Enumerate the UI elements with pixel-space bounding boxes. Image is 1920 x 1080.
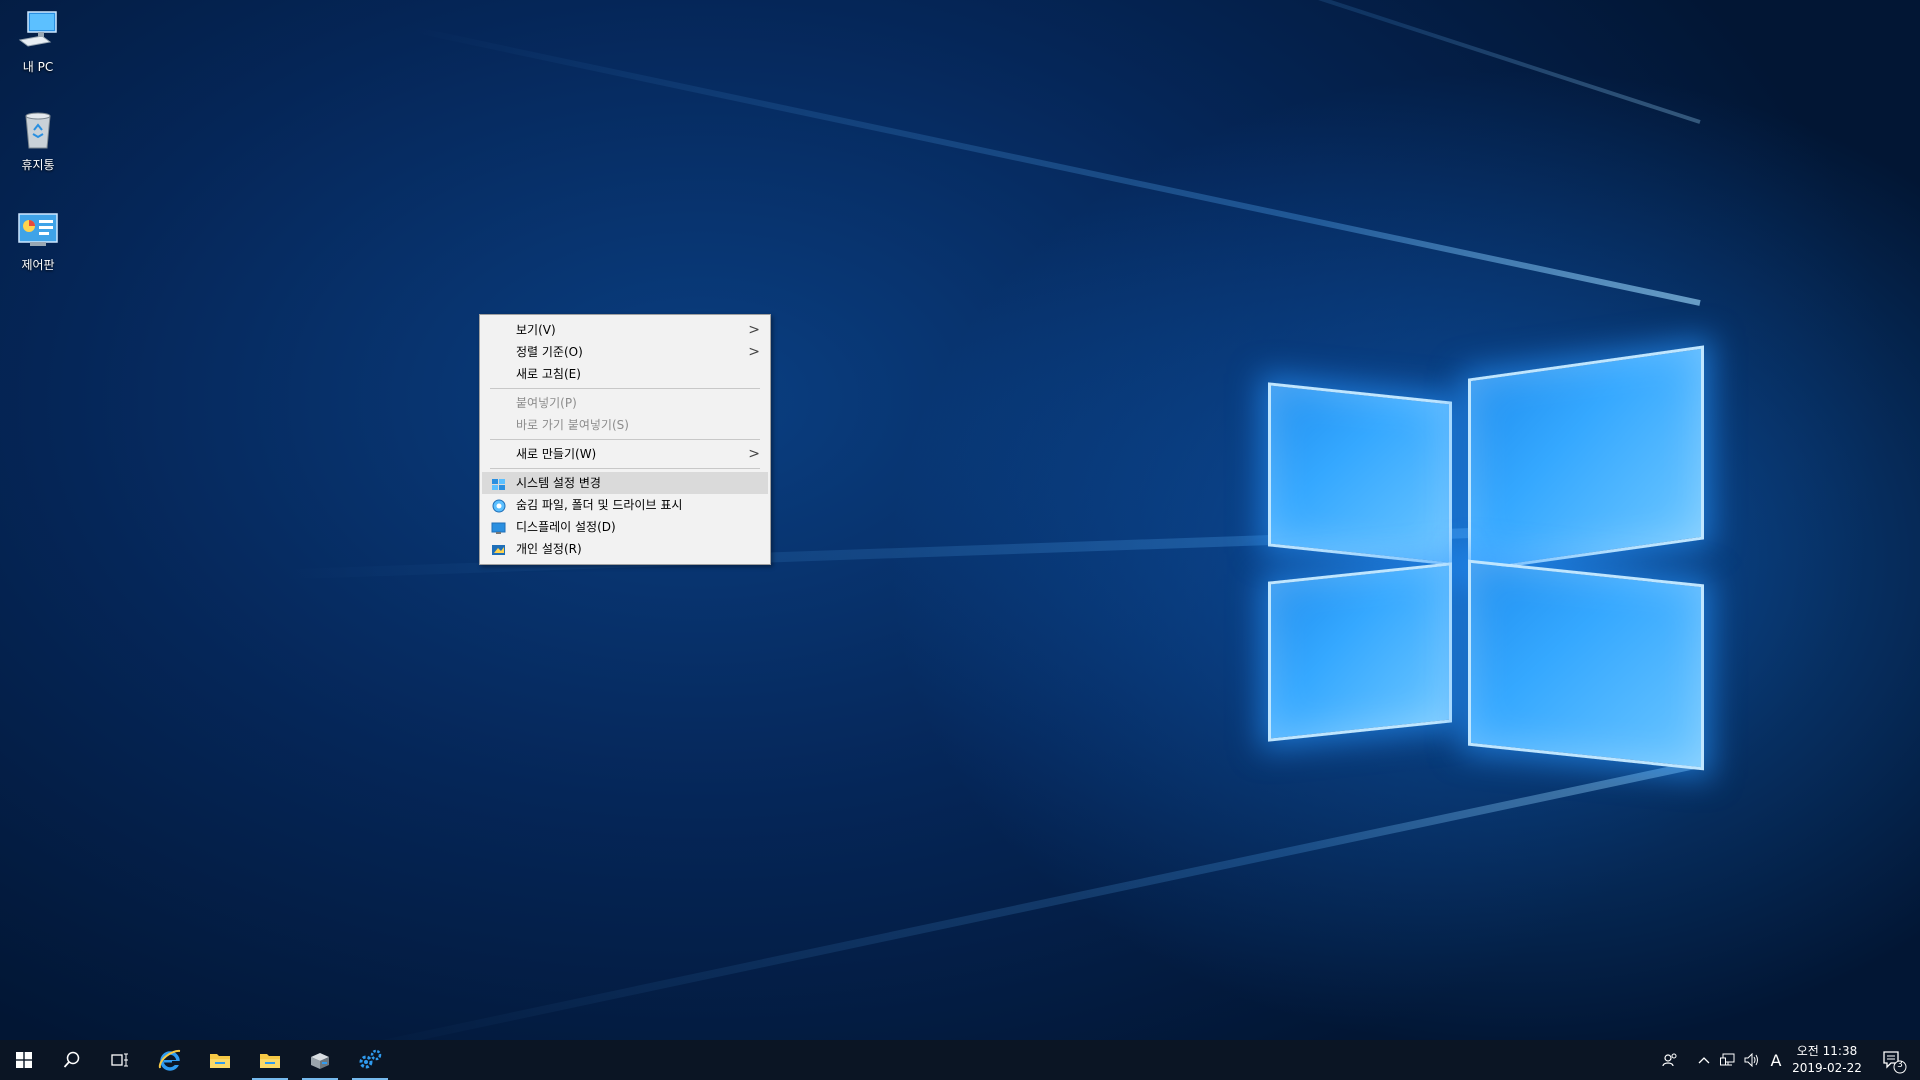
file-explorer-button[interactable] <box>196 1040 244 1080</box>
network-icon <box>1720 1053 1735 1066</box>
menu-item-show-hidden-files[interactable]: 숨김 파일, 폴더 및 드라이브 표시 <box>482 494 768 516</box>
menu-item-label: 시스템 설정 변경 <box>516 476 601 490</box>
action-center-button[interactable]: 3 <box>1872 1040 1912 1080</box>
recycle-bin-icon <box>16 108 60 152</box>
display-icon <box>491 520 506 534</box>
people-icon <box>1662 1053 1677 1067</box>
show-hidden-icons-button[interactable] <box>1692 1040 1716 1080</box>
notification-icon <box>1883 1051 1907 1074</box>
taskbar: A 오전 11:38 2019-02-22 3 <box>0 1040 1920 1080</box>
file-explorer-icon <box>210 1054 230 1068</box>
show-hidden-icon <box>491 498 506 513</box>
file-explorer-icon <box>260 1054 280 1068</box>
menu-item-view[interactable]: 보기(V) > <box>482 319 768 341</box>
desktop-icon-label: 휴지통 <box>21 158 55 172</box>
menu-item-label: 디스플레이 설정(D) <box>516 520 616 534</box>
menu-item-label: 새로 고침(E) <box>516 367 581 381</box>
menu-item-label: 정렬 기준(O) <box>516 345 583 359</box>
menu-item-paste-shortcut[interactable]: 바로 가기 붙여넣기(S) <box>482 414 768 436</box>
control-panel-icon <box>16 208 60 252</box>
settings-button[interactable] <box>346 1040 394 1080</box>
menu-item-label: 숨김 파일, 폴더 및 드라이브 표시 <box>516 498 683 512</box>
network-button[interactable] <box>1716 1040 1740 1080</box>
menu-item-label: 보기(V) <box>516 323 556 337</box>
clock-date: 2019-02-22 <box>1792 1061 1862 1075</box>
desktop-context-menu: 보기(V) > 정렬 기준(O) > 새로 고침(E) 붙여넣기(P) 바로 가… <box>479 314 771 565</box>
desktop-background[interactable]: 내 PC 휴지통 제어판 보기(V) > 정렬 기준(O) > 새로 고침(E)… <box>0 0 1920 1040</box>
windows-logo-pane <box>1268 382 1452 566</box>
menu-item-personalize[interactable]: 개인 설정(R) <box>482 538 768 560</box>
menu-item-new[interactable]: 새로 만들기(W) > <box>482 443 768 465</box>
people-button[interactable] <box>1656 1040 1684 1080</box>
search-button[interactable] <box>48 1040 96 1080</box>
speaker-icon <box>1744 1053 1758 1067</box>
file-explorer-button-open[interactable] <box>246 1040 294 1080</box>
light-beam <box>408 25 1701 306</box>
server-manager-icon <box>311 1053 329 1069</box>
clock-time: 오전 11:38 <box>1796 1044 1858 1058</box>
submenu-arrow-icon: > <box>748 322 760 338</box>
personalize-icon <box>491 542 506 556</box>
start-icon <box>16 1052 32 1068</box>
menu-item-display-settings[interactable]: 디스플레이 설정(D) <box>482 516 768 538</box>
submenu-arrow-icon: > <box>748 344 760 360</box>
settings-gear-icon <box>359 1049 382 1069</box>
windows-logo-pane <box>1268 562 1452 742</box>
menu-item-paste[interactable]: 붙여넣기(P) <box>482 392 768 414</box>
internet-explorer-icon <box>158 1049 181 1071</box>
desktop-icon-label: 내 PC <box>22 60 54 74</box>
menu-item-refresh[interactable]: 새로 고침(E) <box>482 363 768 385</box>
internet-explorer-button[interactable] <box>146 1040 194 1080</box>
input-method-button[interactable]: A <box>1764 1040 1788 1080</box>
desktop-icon-recycle-bin[interactable]: 휴지통 <box>8 108 68 173</box>
desktop-icon-control-panel[interactable]: 제어판 <box>8 208 68 273</box>
desktop-icon-label: 제어판 <box>21 258 55 272</box>
menu-item-label: 붙여넣기(P) <box>516 396 577 410</box>
system-settings-icon <box>491 476 506 490</box>
clock-button[interactable]: 오전 11:38 2019-02-22 <box>1792 1043 1862 1077</box>
chevron-up-icon <box>1698 1057 1710 1064</box>
menu-item-label: 새로 만들기(W) <box>516 447 597 461</box>
submenu-arrow-icon: > <box>748 446 760 462</box>
menu-item-system-settings[interactable]: 시스템 설정 변경 <box>482 472 768 494</box>
task-view-button[interactable] <box>96 1040 144 1080</box>
light-beam <box>329 760 1701 1040</box>
notification-count-badge: 3 <box>1897 1060 1903 1070</box>
start-button[interactable] <box>0 1040 48 1080</box>
windows-logo-pane <box>1468 345 1704 573</box>
volume-button[interactable] <box>1740 1040 1764 1080</box>
task-view-icon <box>111 1053 128 1067</box>
menu-item-sort-by[interactable]: 정렬 기준(O) > <box>482 341 768 363</box>
windows-logo-pane <box>1468 559 1704 771</box>
menu-separator <box>490 388 760 389</box>
search-icon <box>63 1051 80 1068</box>
ime-indicator: A <box>1770 1050 1782 1070</box>
this-pc-icon <box>16 10 60 54</box>
menu-separator <box>490 439 760 440</box>
menu-separator <box>490 468 760 469</box>
desktop-icon-this-pc[interactable]: 내 PC <box>8 10 68 75</box>
server-manager-button[interactable] <box>296 1040 344 1080</box>
light-beam <box>653 0 1701 124</box>
menu-item-label: 개인 설정(R) <box>516 542 582 556</box>
menu-item-label: 바로 가기 붙여넣기(S) <box>516 418 629 432</box>
